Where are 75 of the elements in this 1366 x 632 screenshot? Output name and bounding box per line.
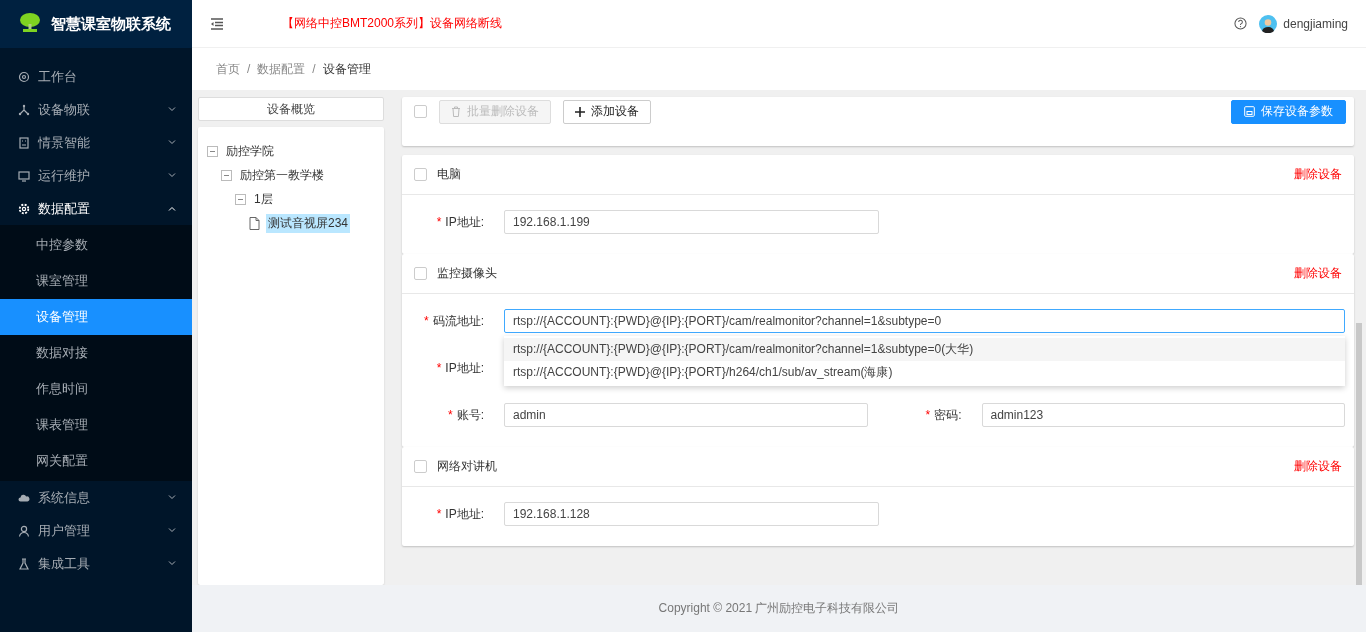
sidebar-item[interactable]: 数据配置 [0,192,192,225]
user-icon [18,524,30,537]
checkbox[interactable] [414,105,427,118]
collapse-icon[interactable] [235,193,246,205]
input-field[interactable]: 192.168.1.199 [504,210,879,234]
input-field[interactable]: admin [504,403,868,427]
input-field[interactable]: rtsp://{ACCOUNT}:{PWD}@{IP}:{PORT}/cam/realmonitor?channel=1&subtype=0 [504,309,1345,333]
submenu-item[interactable]: 中控参数 [0,227,192,263]
delete-device-link[interactable]: 删除设备 [1294,166,1342,183]
sidebar-item[interactable]: 用户管理 [0,514,192,547]
field-label: 密码: [934,407,962,422]
device-overview-button[interactable]: 设备概览 [198,97,384,121]
submenu-item[interactable]: 网关配置 [0,443,192,479]
scrollbar[interactable] [1356,323,1362,585]
breadcrumb-link[interactable]: 首页 [216,60,240,78]
field-label: IP地址: [445,214,484,229]
submenu-item[interactable]: 数据对接 [0,335,192,371]
menu-fold-icon[interactable] [210,17,224,30]
flask-icon [18,557,30,570]
required-mark: * [436,506,442,521]
submenu-item[interactable]: 课表管理 [0,407,192,443]
collapse-icon[interactable] [207,145,218,157]
required-mark: * [448,407,453,422]
plus-icon [575,106,585,117]
input-field[interactable]: admin123 [981,403,1345,427]
tree-node[interactable]: 1层 [252,189,275,209]
required-mark: * [436,360,442,375]
user-name[interactable]: dengjiaming [1283,16,1348,31]
tree-node[interactable]: 励控学院 [224,141,276,161]
breadcrumb-link[interactable]: 数据配置 [257,60,306,78]
device-name: 网络对讲机 [437,458,497,475]
delete-device-link[interactable]: 删除设备 [1294,458,1342,475]
breadcrumb-separator: / [312,62,316,76]
sidebar-item[interactable]: 集成工具 [0,547,192,580]
copyright-text: Copyright © 2021 广州励控电子科技有限公司 [658,600,900,617]
monitor-icon [18,169,30,182]
alert-message: 【网络中控BMT2000系列】设备网络断线 [282,15,503,32]
suggestion-option[interactable]: rtsp://{ACCOUNT}:{PWD}@{IP}:{PORT}/h264/ch1/sub/av_stream(海康) [504,361,1345,384]
submenu-item[interactable]: 课室管理 [0,263,192,299]
dashboard-icon [18,70,30,83]
help-icon[interactable] [1234,17,1248,30]
trash-icon [451,106,461,117]
device-name: 监控摄像头 [437,265,497,282]
settings-icon [18,202,30,215]
field-label: 码流地址: [432,313,484,328]
add-device-button[interactable]: 添加设备 [563,99,651,124]
checkbox[interactable] [414,267,427,280]
required-mark: * [436,214,442,229]
submenu-item[interactable]: 作息时间 [0,371,192,407]
device-name: 电脑 [437,166,461,183]
suggestion-option[interactable]: rtsp://{ACCOUNT}:{PWD}@{IP}:{PORT}/cam/realmonitor?channel=1&subtype=0(大华) [504,338,1345,361]
input-field[interactable]: 192.168.1.128 [504,502,879,526]
checkbox[interactable] [414,460,427,473]
sidebar-item[interactable]: 工作台 [0,60,192,93]
panel-icon [18,136,30,149]
app-title: 智慧课室物联系统 [51,14,171,34]
tree-node[interactable]: 测试音视屏234 [266,213,351,233]
sidebar-item[interactable]: 运行维护 [0,159,192,192]
sidebar-item[interactable]: 情景智能 [0,126,192,159]
network-icon [18,103,30,116]
tree-node[interactable]: 励控第一教学楼 [238,165,326,185]
required-mark: * [925,407,931,422]
file-icon [249,216,260,230]
sidebar-item[interactable]: 设备物联 [0,93,192,126]
required-mark: * [424,313,429,328]
collapse-icon[interactable] [221,169,232,181]
sidebar-item[interactable]: 系统信息 [0,481,192,514]
field-label: IP地址: [445,506,484,521]
checkbox[interactable] [414,168,427,181]
avatar-icon[interactable] [1259,14,1278,33]
breadcrumb-separator: / [247,62,251,76]
field-label: 账号: [456,407,484,422]
field-label: IP地址: [445,360,484,375]
save-icon [1244,106,1255,117]
delete-device-link[interactable]: 删除设备 [1294,265,1342,282]
